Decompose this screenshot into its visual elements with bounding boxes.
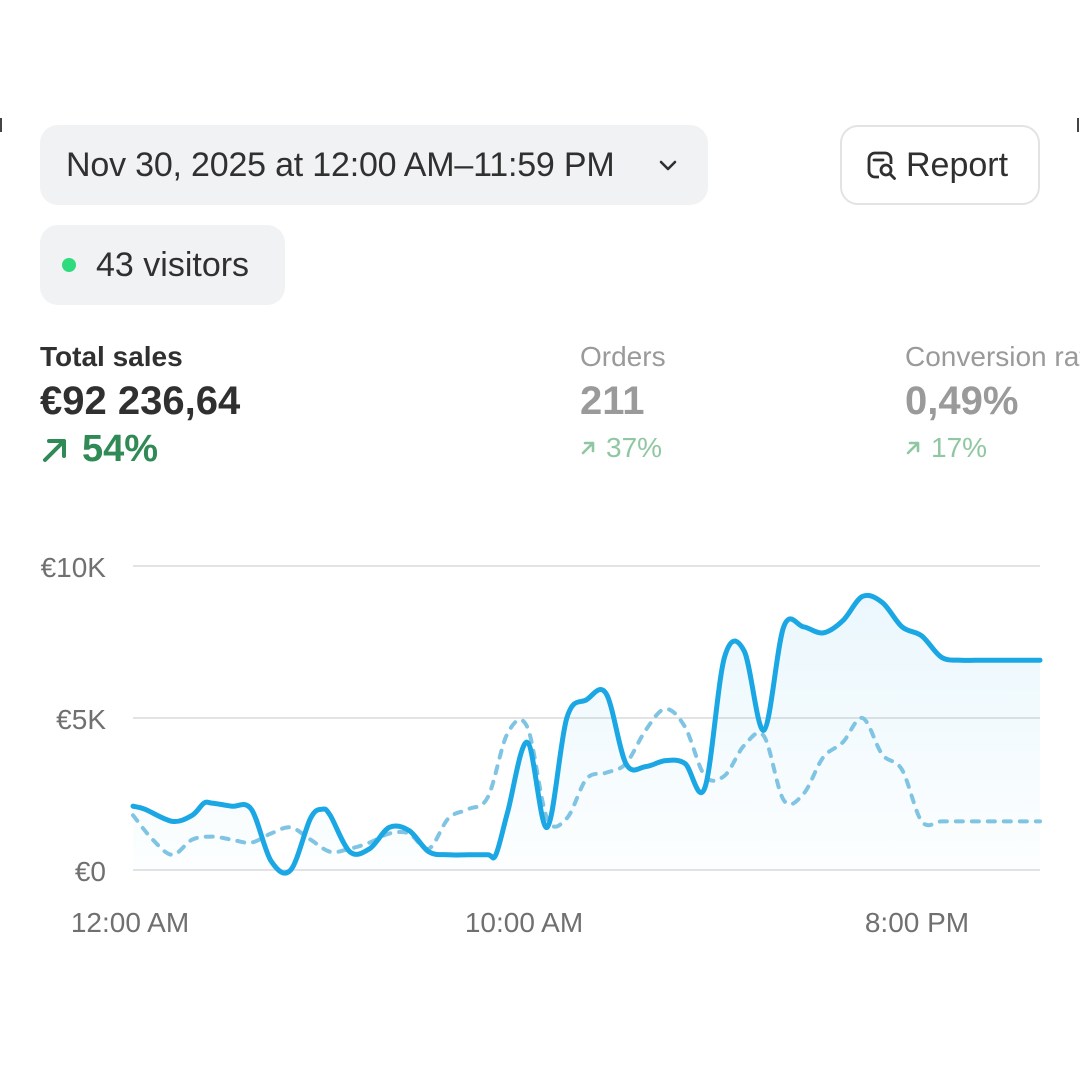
chevron-down-icon	[659, 160, 677, 171]
live-visitors-badge[interactable]: 43 visitors	[40, 225, 285, 305]
date-range-label: Nov 30, 2025 at 12:00 AM–11:59 PM	[66, 145, 615, 184]
metric-delta-value: 54%	[82, 428, 159, 470]
edge-mark-left	[0, 118, 2, 132]
arrow-up-right-icon	[43, 438, 66, 462]
report-button[interactable]: Report	[840, 125, 1040, 205]
live-dot-icon	[62, 258, 76, 272]
edge-mark-right	[1077, 118, 1079, 132]
report-label: Report	[906, 145, 1009, 184]
x-tick-label: 8:00 PM	[865, 907, 969, 938]
metric-title: Conversion rate	[905, 341, 1080, 372]
series-area	[133, 595, 1040, 874]
y-tick-label: €10K	[41, 552, 107, 583]
x-tick-label: 12:00 AM	[71, 907, 189, 938]
metric-total-sales[interactable]: Total sales €92 236,64 54%	[40, 340, 240, 471]
metric-delta-value: 37%	[606, 432, 663, 463]
metric-title: Orders	[580, 341, 666, 372]
y-tick-label: €0	[75, 856, 106, 887]
sales-chart[interactable]: €0 €5K €10K 12:00 AM 10:00 AM 8:00 PM	[0, 530, 1080, 960]
arrow-up-right-icon	[581, 441, 595, 455]
metric-conversion-rate[interactable]: Conversion rate 0,49% 17%	[905, 340, 1080, 464]
y-tick-label: €5K	[56, 704, 106, 735]
metric-value: 211	[580, 379, 645, 423]
metric-delta: 17%	[905, 432, 1080, 464]
metric-value: 0,49%	[905, 379, 1019, 423]
metric-value: €92 236,64	[40, 379, 241, 423]
arrow-up-right-icon	[906, 441, 920, 455]
report-search-icon	[867, 151, 897, 180]
metric-delta: 54%	[40, 428, 240, 471]
visitors-label: 43 visitors	[96, 245, 250, 284]
date-range-picker[interactable]: Nov 30, 2025 at 12:00 AM–11:59 PM	[40, 125, 708, 205]
metric-delta: 37%	[580, 432, 666, 464]
metric-delta-value: 17%	[931, 432, 988, 463]
metric-orders[interactable]: Orders 211 37%	[580, 340, 666, 464]
metric-title: Total sales	[40, 341, 183, 372]
x-tick-label: 10:00 AM	[465, 907, 583, 938]
